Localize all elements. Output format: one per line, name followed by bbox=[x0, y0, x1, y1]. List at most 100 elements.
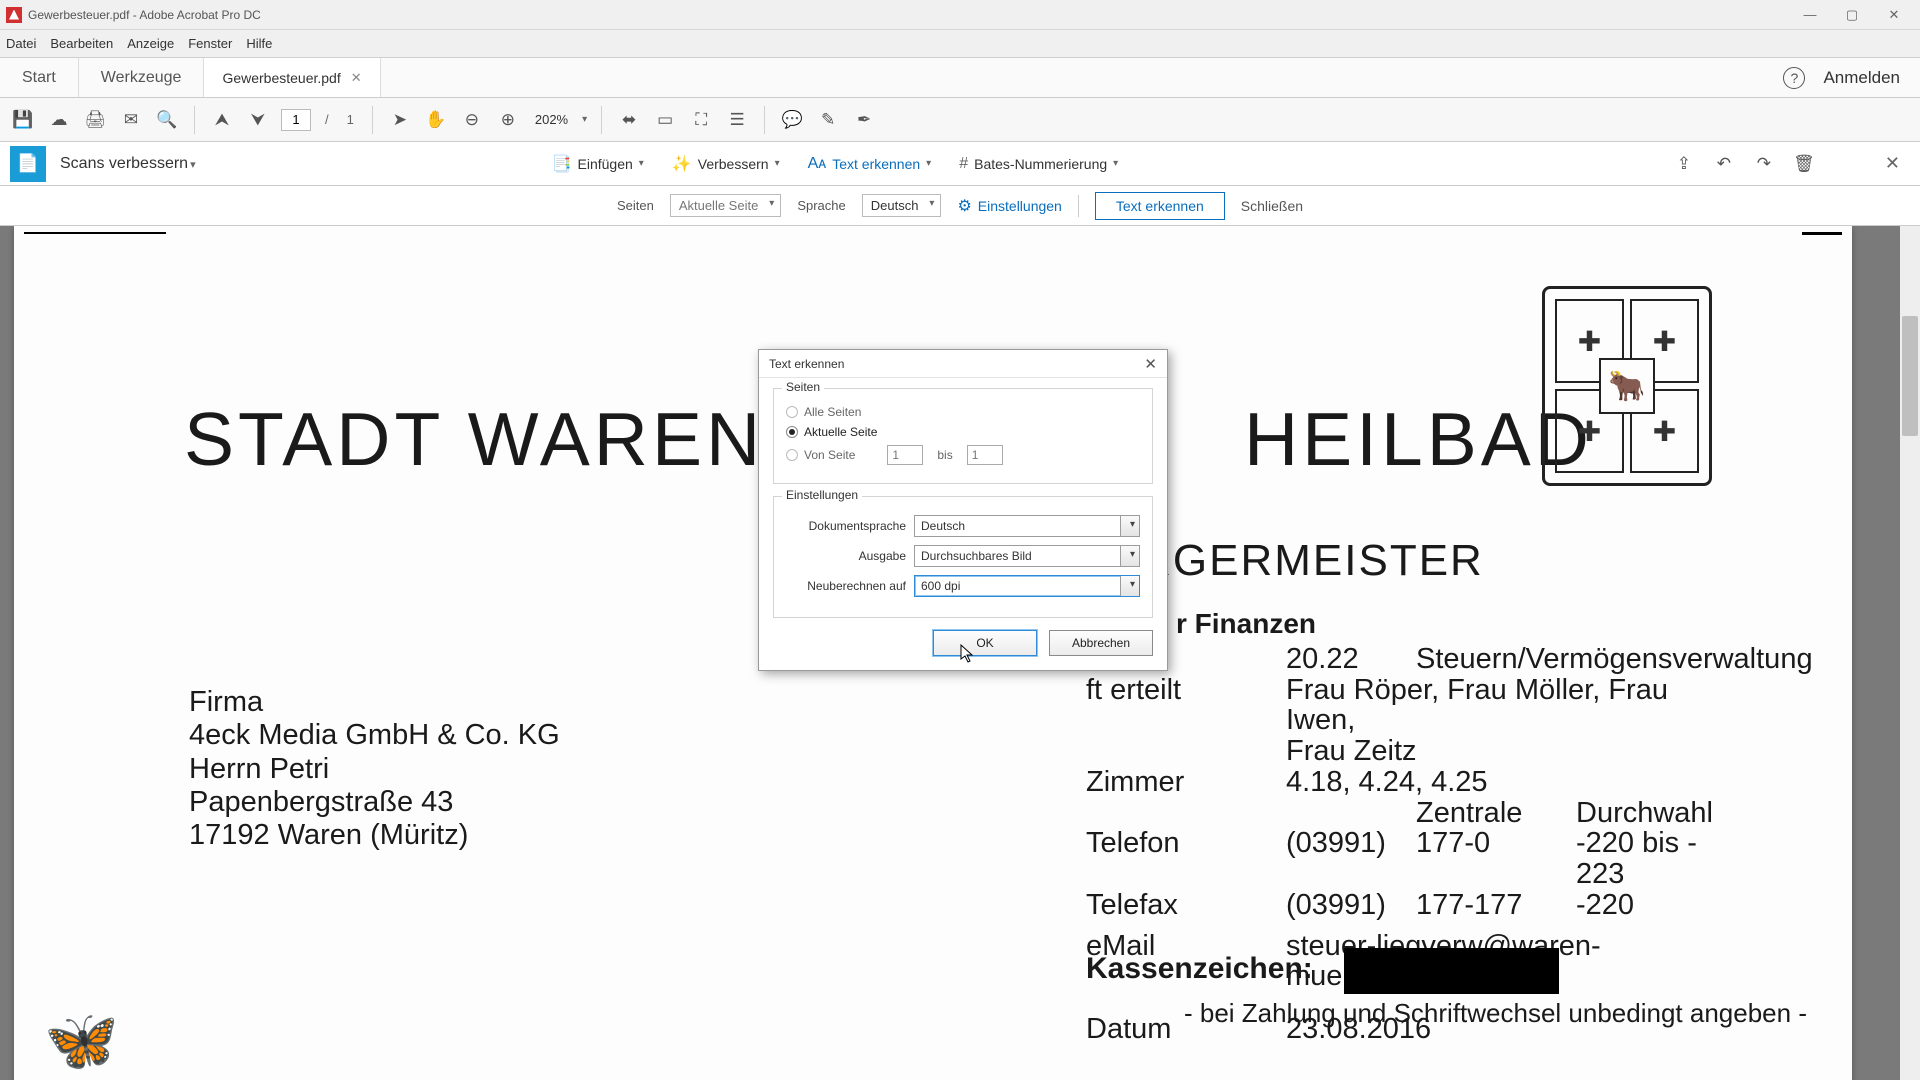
settings-label: Einstellungen bbox=[978, 198, 1062, 214]
print-icon[interactable]: 🖨 bbox=[82, 107, 108, 133]
close-tab-icon[interactable]: ✕ bbox=[351, 70, 362, 86]
zoom-dropdown-icon[interactable]: ▾ bbox=[582, 114, 587, 125]
cloud-icon[interactable]: ☁ bbox=[46, 107, 72, 133]
search-icon[interactable]: 🔍 bbox=[154, 107, 180, 133]
ocr-group[interactable]: Aᴀ Text erkennen ▾ bbox=[798, 155, 942, 173]
ok-button[interactable]: OK bbox=[933, 630, 1037, 656]
scan-tool-title[interactable]: Scans verbessern▾ bbox=[60, 155, 196, 173]
fit-width-icon[interactable]: ⬌ bbox=[616, 107, 642, 133]
range-from-input[interactable] bbox=[887, 445, 923, 465]
range-bis-label: bis bbox=[937, 448, 952, 462]
trash-icon[interactable]: 🗑 bbox=[1791, 151, 1817, 177]
menubar: Datei Bearbeiten Anzeige Fenster Hilfe bbox=[0, 30, 1920, 58]
main-toolbar: 💾 ☁ 🖨 ✉ 🔍 ⮝ ⮟ / 1 ➤ ✋ ⊖ ⊕ 202% ▾ ⬌ ▭ ⛶ ☰… bbox=[0, 98, 1920, 142]
tab-file[interactable]: Gewerbesteuer.pdf ✕ bbox=[204, 58, 380, 97]
gear-icon: ⚙ bbox=[957, 196, 971, 216]
pages-select[interactable]: Aktuelle Seite bbox=[670, 194, 782, 217]
menu-datei[interactable]: Datei bbox=[6, 36, 36, 51]
bates-group[interactable]: # Bates-Nummerierung ▾ bbox=[949, 155, 1128, 173]
read-mode-icon[interactable]: ☰ bbox=[724, 107, 750, 133]
settings-link[interactable]: ⚙ Einstellungen bbox=[957, 196, 1061, 216]
bates-icon: # bbox=[959, 155, 968, 173]
lang-select[interactable]: Deutsch bbox=[862, 194, 942, 217]
menu-hilfe[interactable]: Hilfe bbox=[246, 36, 272, 51]
window-title: Gewerbesteuer.pdf - Adobe Acrobat Pro DC bbox=[28, 8, 1790, 22]
range-to-input[interactable] bbox=[967, 445, 1003, 465]
doc-address: Firma 4eck Media GmbH & Co. KG Herrn Pet… bbox=[189, 686, 560, 853]
titlebar: Gewerbesteuer.pdf - Adobe Acrobat Pro DC… bbox=[0, 0, 1920, 30]
doc-subtitle-2: r Finanzen bbox=[1176, 608, 1316, 640]
doc-headline-right: HEILBAD bbox=[1244, 396, 1593, 482]
ocr-icon: Aᴀ bbox=[808, 155, 827, 173]
page-separator: / bbox=[325, 112, 329, 127]
page-total: 1 bbox=[347, 112, 354, 127]
dialog-close-icon[interactable]: ✕ bbox=[1144, 355, 1157, 373]
scan-toolbar: 📄 Scans verbessern▾ 📑 Einfügen ▾ ✨ Verbe… bbox=[0, 142, 1920, 186]
cancel-button[interactable]: Abbrechen bbox=[1049, 630, 1153, 656]
output-label: Ausgabe bbox=[786, 549, 906, 563]
settings-fieldset: Einstellungen Dokumentsprache Deutsch Au… bbox=[773, 496, 1153, 618]
settings-legend: Einstellungen bbox=[782, 488, 862, 502]
close-subbar-button[interactable]: Schließen bbox=[1241, 198, 1303, 214]
prev-page-icon[interactable]: ⮝ bbox=[209, 107, 235, 133]
lang-label: Sprache bbox=[797, 198, 845, 213]
sign-icon[interactable]: ✒ bbox=[851, 107, 877, 133]
rotate-cw-icon[interactable]: ↷ bbox=[1751, 151, 1777, 177]
insert-label: Einfügen bbox=[578, 156, 633, 172]
zoom-out-icon[interactable]: ⊖ bbox=[459, 107, 485, 133]
pages-label: Seiten bbox=[617, 198, 654, 213]
vertical-scrollbar[interactable] bbox=[1900, 226, 1920, 1080]
next-page-icon[interactable]: ⮟ bbox=[245, 107, 271, 133]
highlight-icon[interactable]: ✎ bbox=[815, 107, 841, 133]
scan-tool-icon[interactable]: 📄 bbox=[10, 146, 46, 182]
export-icon[interactable]: ⇪ bbox=[1671, 151, 1697, 177]
kassenzeichen-hint: - bei Zahlung und Schriftwechsel unbedin… bbox=[1184, 998, 1807, 1029]
output-select[interactable]: Durchsuchbares Bild bbox=[914, 545, 1140, 567]
improve-label: Verbessern bbox=[698, 156, 769, 172]
improve-group[interactable]: ✨ Verbessern ▾ bbox=[662, 154, 790, 174]
app-icon bbox=[6, 7, 22, 23]
insert-group[interactable]: 📑 Einfügen ▾ bbox=[542, 154, 654, 174]
tab-start[interactable]: Start bbox=[0, 58, 79, 97]
downsample-label: Neuberechnen auf bbox=[786, 579, 906, 593]
dialog-title: Text erkennen bbox=[769, 357, 844, 371]
fullscreen-icon[interactable]: ⛶ bbox=[688, 107, 714, 133]
pointer-icon[interactable]: ➤ bbox=[387, 107, 413, 133]
watermark-icon: 🦋 bbox=[44, 1005, 119, 1076]
zoom-in-icon[interactable]: ⊕ bbox=[495, 107, 521, 133]
doc-lang-label: Dokumentsprache bbox=[786, 519, 906, 533]
ocr-subbar: Seiten Aktuelle Seite Sprache Deutsch ⚙ … bbox=[0, 186, 1920, 226]
radio-page-range[interactable]: Von Seite bis bbox=[786, 445, 1140, 465]
ocr-run-button[interactable]: Text erkennen bbox=[1095, 192, 1225, 220]
ocr-label: Text erkennen bbox=[832, 156, 920, 172]
downsample-select[interactable]: 600 dpi bbox=[914, 575, 1140, 597]
tab-file-label: Gewerbesteuer.pdf bbox=[222, 70, 340, 86]
mail-icon[interactable]: ✉ bbox=[118, 107, 144, 133]
redacted-box bbox=[1344, 948, 1559, 994]
radio-all-pages[interactable]: Alle Seiten bbox=[786, 405, 1140, 419]
hand-icon[interactable]: ✋ bbox=[423, 107, 449, 133]
pages-fieldset: Seiten Alle Seiten Aktuelle Seite Von Se… bbox=[773, 388, 1153, 484]
maximize-button[interactable]: ▢ bbox=[1832, 3, 1872, 27]
login-link[interactable]: Anmelden bbox=[1823, 68, 1900, 88]
zoom-value[interactable]: 202% bbox=[535, 112, 568, 127]
close-panel-icon[interactable]: ✕ bbox=[1885, 153, 1900, 174]
menu-anzeige[interactable]: Anzeige bbox=[127, 36, 174, 51]
comment-icon[interactable]: 💬 bbox=[779, 107, 805, 133]
minimize-button[interactable]: — bbox=[1790, 3, 1830, 27]
menu-fenster[interactable]: Fenster bbox=[188, 36, 232, 51]
doc-lang-select[interactable]: Deutsch bbox=[914, 515, 1140, 537]
menu-bearbeiten[interactable]: Bearbeiten bbox=[50, 36, 113, 51]
city-crest: ✚✚ ✚✚ 🐂 bbox=[1542, 286, 1712, 486]
page-number-input[interactable] bbox=[281, 109, 311, 131]
save-icon[interactable]: 💾 bbox=[10, 107, 36, 133]
help-icon[interactable]: ? bbox=[1783, 67, 1805, 89]
ocr-dialog: Text erkennen ✕ Seiten Alle Seiten Aktue… bbox=[758, 349, 1168, 671]
dialog-titlebar: Text erkennen ✕ bbox=[759, 350, 1167, 378]
fit-page-icon[interactable]: ▭ bbox=[652, 107, 678, 133]
tab-tools[interactable]: Werkzeuge bbox=[79, 58, 205, 97]
improve-icon: ✨ bbox=[672, 154, 692, 174]
close-window-button[interactable]: ✕ bbox=[1874, 3, 1914, 27]
radio-current-page[interactable]: Aktuelle Seite bbox=[786, 425, 1140, 439]
rotate-ccw-icon[interactable]: ↶ bbox=[1711, 151, 1737, 177]
